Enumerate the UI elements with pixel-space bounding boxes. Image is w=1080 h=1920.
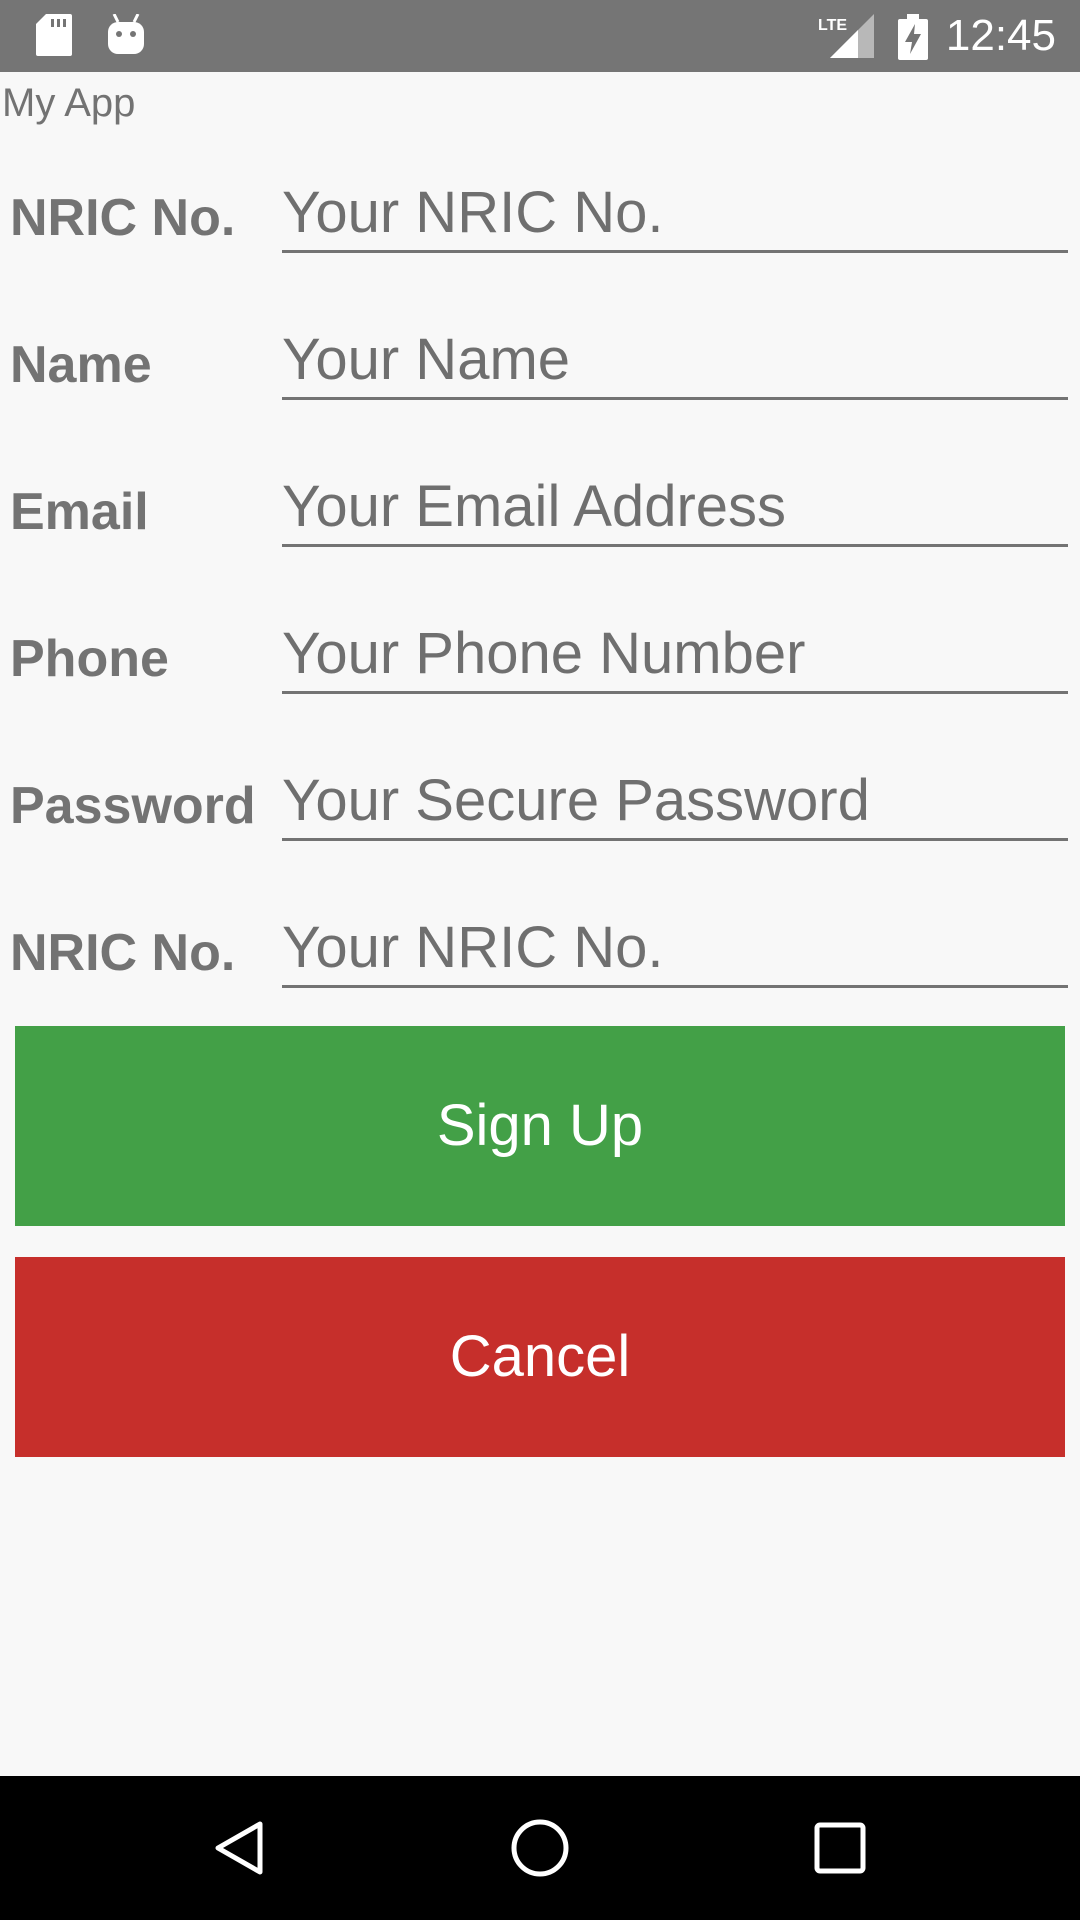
home-icon[interactable] [500, 1808, 580, 1888]
name-label: Name [10, 336, 152, 394]
phone-label: Phone [10, 630, 169, 688]
phone-row: Phone [0, 601, 1080, 711]
clock-time: 12:45 [945, 11, 1056, 60]
cancel-button[interactable]: Cancel [15, 1257, 1065, 1457]
email-input[interactable] [282, 468, 1068, 547]
navigation-bar [0, 1776, 1080, 1920]
sd-card-icon [36, 14, 72, 61]
app-title: My App [2, 81, 136, 125]
network-type-label: LTE [818, 17, 847, 34]
sign-up-button[interactable]: Sign Up [15, 1026, 1065, 1226]
signal-icon: LTE [818, 14, 874, 63]
password-input[interactable] [282, 762, 1068, 841]
back-icon[interactable] [200, 1808, 280, 1888]
nric-confirm-row: NRIC No. [0, 895, 1080, 1005]
phone-input[interactable] [282, 615, 1068, 694]
android-icon [106, 13, 146, 61]
battery-charging-icon [898, 14, 928, 65]
email-row: Email [0, 454, 1080, 564]
nric-label: NRIC No. [10, 189, 236, 247]
recents-icon[interactable] [800, 1808, 880, 1888]
status-bar: LTE 12:45 [0, 0, 1080, 72]
password-row: Password [0, 748, 1080, 858]
name-input[interactable] [282, 321, 1068, 400]
nric-confirm-input[interactable] [282, 909, 1068, 988]
password-label: Password [10, 777, 256, 835]
nric-confirm-label: NRIC No. [10, 924, 236, 982]
nric-input[interactable] [282, 174, 1068, 253]
nric-row: NRIC No. [0, 160, 1080, 270]
email-label: Email [10, 483, 149, 541]
name-row: Name [0, 307, 1080, 417]
